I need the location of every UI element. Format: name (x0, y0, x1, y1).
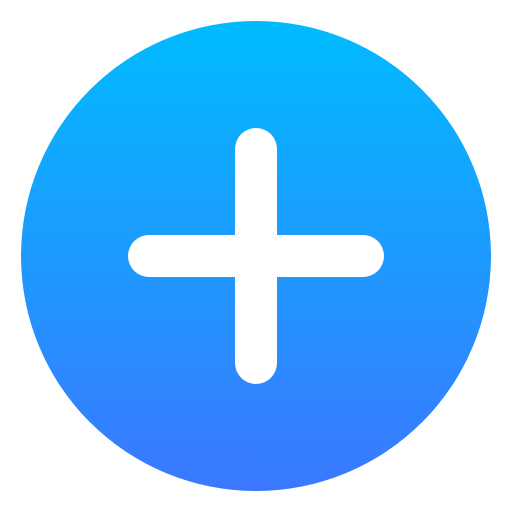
add-button[interactable] (21, 21, 491, 491)
plus-horizontal-bar (128, 235, 384, 277)
add-button-graphic (21, 21, 491, 491)
canvas (0, 0, 512, 512)
